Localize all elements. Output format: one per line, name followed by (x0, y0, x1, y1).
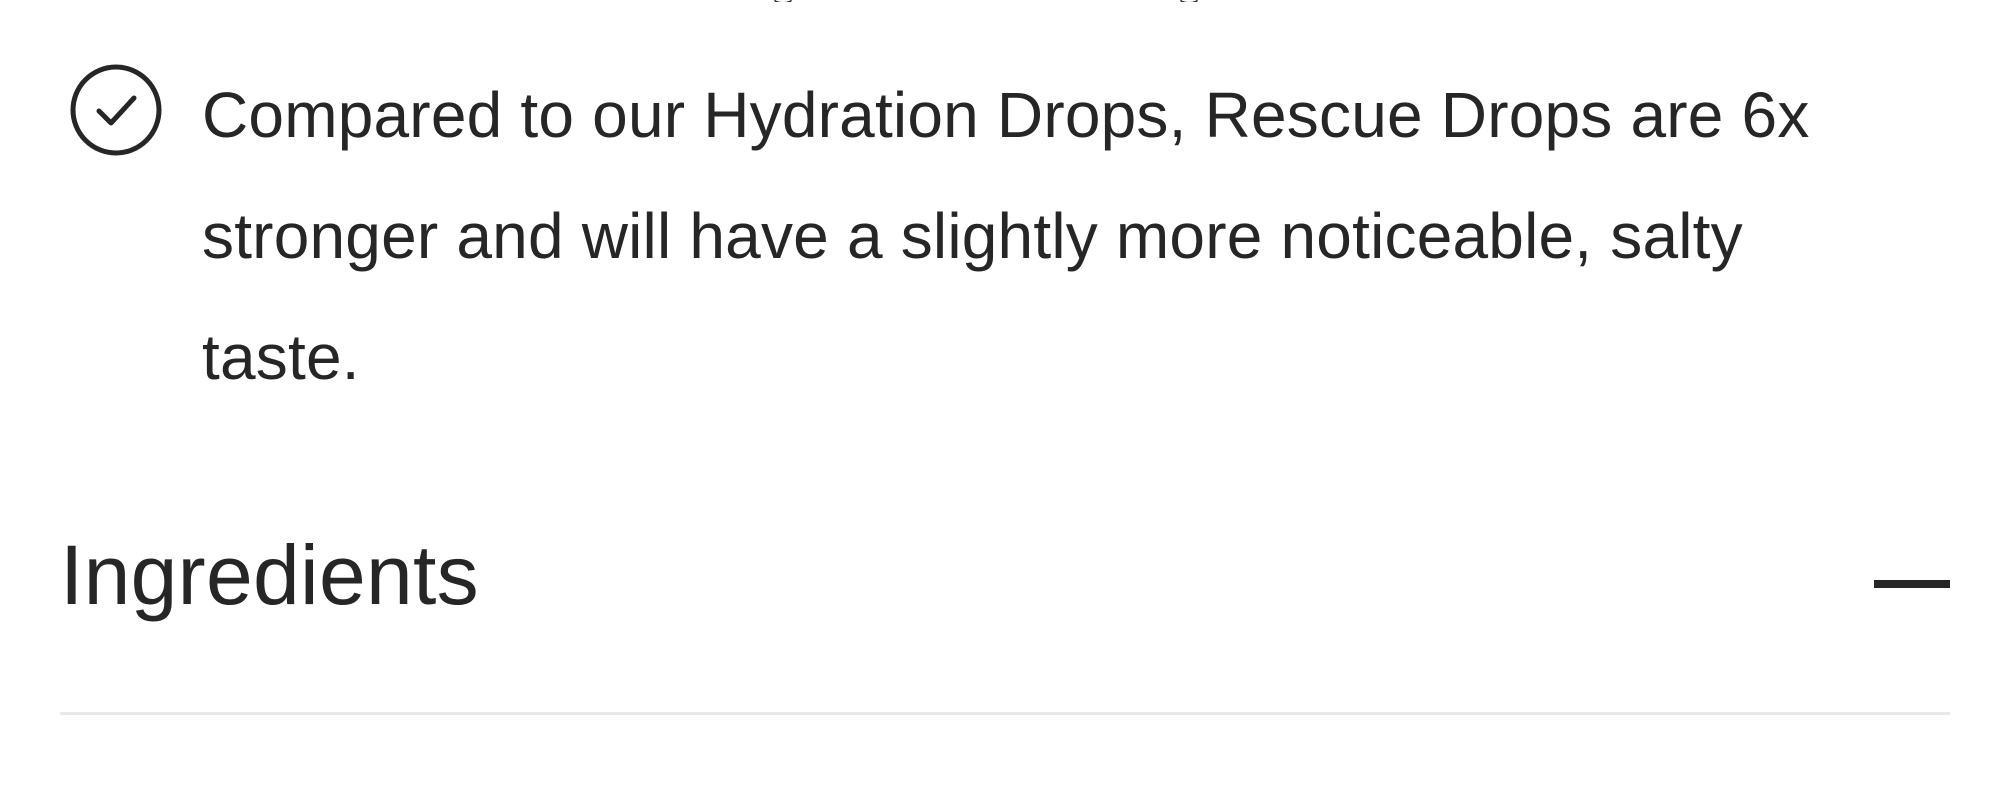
product-details-page: Compared to our Hydration Drops, Rescue … (0, 0, 2000, 800)
minus-icon[interactable] (1874, 580, 1950, 588)
benefit-item: Compared to our Hydration Drops, Rescue … (68, 60, 1888, 423)
accordion-title: Ingredients (60, 528, 479, 622)
cropped-previous-text (0, 0, 2000, 2)
cropped-glyph (1180, 0, 1198, 2)
accordion-divider (60, 712, 1950, 715)
ingredients-accordion-toggle[interactable]: Ingredients (60, 510, 1950, 640)
cropped-glyph (774, 0, 792, 2)
check-circle-icon (70, 64, 162, 156)
benefit-text: Compared to our Hydration Drops, Rescue … (202, 79, 1810, 393)
